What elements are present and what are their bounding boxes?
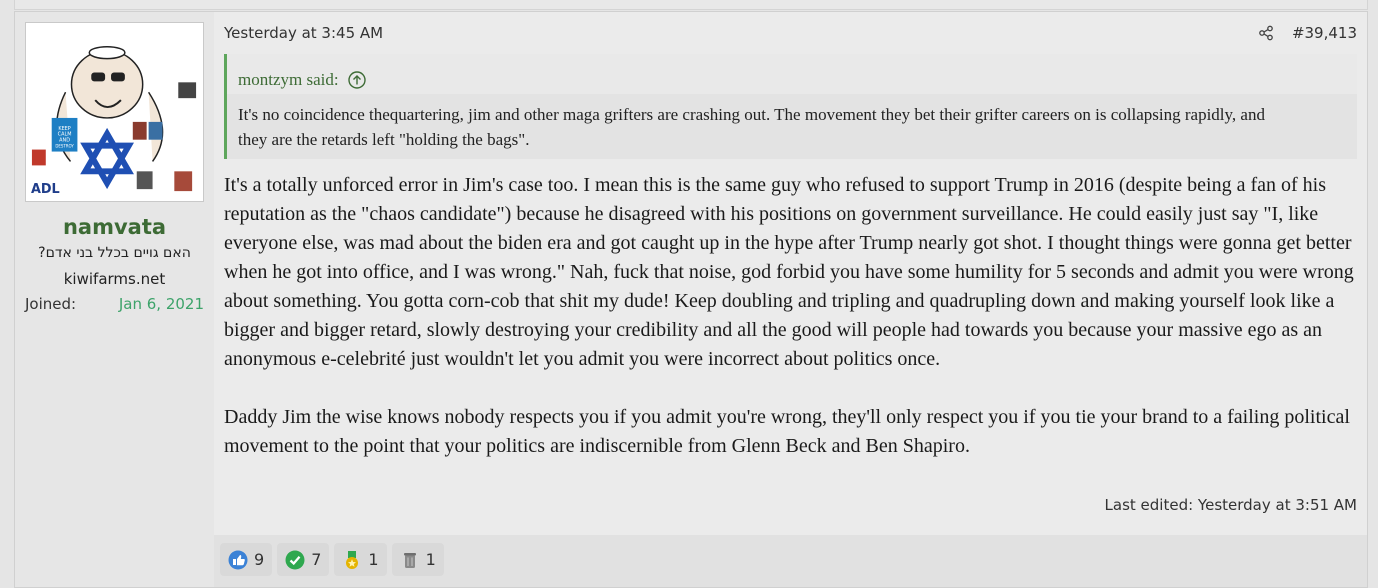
- user-banner-site: kiwifarms.net: [63, 270, 166, 288]
- previous-post-edge: [14, 0, 1368, 10]
- quote-text: It's no coincidence thequartering, jim a…: [238, 105, 1265, 149]
- share-icon[interactable]: [1258, 25, 1274, 41]
- like-icon: [228, 550, 248, 569]
- svg-text:ADL: ADL: [31, 182, 60, 197]
- quote-author[interactable]: montzym said:: [238, 70, 339, 90]
- joined-row: Joined: Jan 6, 2021: [25, 295, 204, 313]
- jump-to-quote-icon[interactable]: [347, 70, 367, 90]
- joined-label: Joined:: [25, 295, 77, 313]
- post-container: KEEP CALM AND DESTROY ADL namvata האם גו…: [14, 11, 1368, 588]
- quote-block: montzym said: It's no coincidence thequa…: [224, 54, 1357, 159]
- reaction-trash[interactable]: 1: [391, 543, 444, 576]
- reaction-agree-count: 7: [311, 550, 322, 569]
- reaction-trash-count: 1: [425, 550, 436, 569]
- reaction-winner-count: 1: [368, 550, 379, 569]
- reaction-like[interactable]: 9: [220, 543, 273, 576]
- last-edited: Last edited: Yesterday at 3:51 AM: [1104, 496, 1357, 514]
- avatar[interactable]: KEEP CALM AND DESTROY ADL: [25, 22, 204, 202]
- reaction-winner[interactable]: 1: [334, 543, 387, 576]
- trash-icon: [403, 552, 416, 568]
- post-timestamp[interactable]: Yesterday at 3:45 AM: [224, 24, 383, 42]
- post-paragraph-2: Daddy Jim the wise knows nobody respects…: [224, 406, 1350, 457]
- post-header-actions: #39,413: [1258, 24, 1357, 42]
- reactions-bar: 9 7 1 1: [220, 543, 444, 576]
- reaction-agree[interactable]: 7: [277, 543, 330, 576]
- post-paragraph-1: It's a totally unforced error in Jim's c…: [224, 174, 1354, 370]
- post-number-link[interactable]: #39,413: [1292, 24, 1357, 42]
- post-body: It's a totally unforced error in Jim's c…: [224, 171, 1359, 490]
- avatar-image: KEEP CALM AND DESTROY ADL: [26, 23, 203, 201]
- winner-icon: [346, 550, 359, 569]
- user-title: האם גויים בכלל בני אדם?: [38, 245, 191, 261]
- agree-icon: [285, 550, 305, 569]
- reaction-like-count: 9: [254, 550, 265, 569]
- post-header: Yesterday at 3:45 AM #39,413: [224, 22, 1357, 44]
- svg-text:DESTROY: DESTROY: [55, 144, 74, 149]
- username[interactable]: namvata: [15, 215, 214, 239]
- joined-date: Jan 6, 2021: [118, 295, 204, 313]
- post-main: Yesterday at 3:45 AM #39,413 montzym sai…: [214, 12, 1367, 535]
- user-info-panel: KEEP CALM AND DESTROY ADL namvata האם גו…: [15, 12, 214, 587]
- quote-header: montzym said:: [227, 54, 1357, 94]
